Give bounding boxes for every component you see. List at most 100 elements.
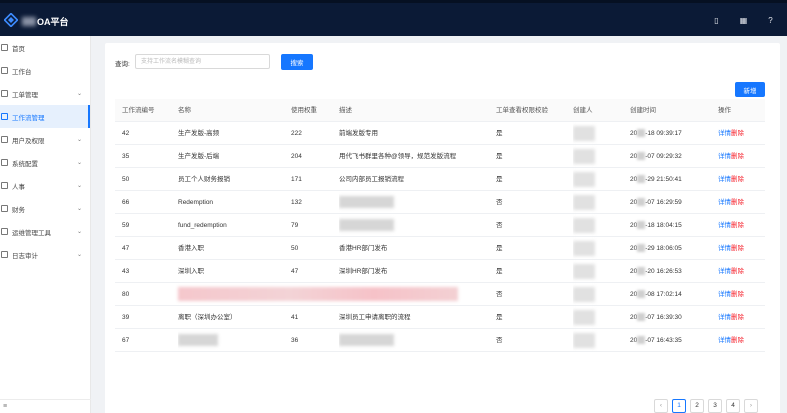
chevron-down-icon: ⌄ [76, 183, 82, 189]
detail-link[interactable]: 详情 [718, 130, 731, 137]
column-header: 工作流编号 [122, 107, 155, 114]
page-button[interactable]: 1 [672, 399, 686, 413]
settings-icon [1, 159, 8, 166]
detail-link[interactable]: 详情 [718, 291, 731, 298]
sidebar-item-label: 工单管理 [12, 91, 38, 99]
workflow-id: 39 [122, 314, 130, 321]
created-time: 20 -29 18:06:05 [630, 237, 720, 260]
add-workflow-button[interactable]: 新增 [735, 82, 765, 97]
created-time-suffix: -07 16:29:59 [645, 199, 682, 206]
created-time-suffix: -29 18:06:05 [645, 245, 682, 252]
sidebar-item[interactable]: 首页 [0, 36, 90, 59]
redacted-creator [573, 171, 595, 187]
log-icon [1, 251, 8, 258]
delete-link[interactable]: 删除 [731, 245, 744, 252]
grid-icon[interactable]: ▦ [739, 16, 748, 25]
creator [573, 237, 628, 260]
workflow-weight: 47 [291, 268, 299, 275]
workflow-name: 员工个人财务报销 [178, 176, 230, 183]
redacted-creator [573, 217, 595, 233]
help-icon[interactable]: ? [766, 16, 775, 25]
detail-link[interactable]: 详情 [718, 314, 731, 321]
delete-link[interactable]: 删除 [731, 268, 744, 275]
sidebar-item[interactable]: 运维管理工具 ⌄ [0, 220, 90, 243]
column-header: 描述 [339, 107, 352, 114]
sidebar-item-label: 系统配置 [12, 160, 38, 168]
creator [573, 283, 628, 306]
top-header: OA平台 ▯ ▦ ? [0, 0, 787, 36]
redacted-creator [573, 286, 595, 302]
sidebar-item[interactable]: 人事 ⌄ [0, 174, 90, 197]
sidebar-item[interactable]: 用户及权限 ⌄ [0, 128, 90, 151]
delete-link[interactable]: 删除 [731, 130, 744, 137]
prev-page-button[interactable]: ‹ [654, 399, 668, 413]
page-button[interactable]: 3 [708, 399, 722, 413]
page-button[interactable]: 2 [690, 399, 704, 413]
row-actions: 详情删除 [718, 214, 763, 237]
workflow-weight: 222 [291, 130, 302, 137]
detail-link[interactable]: 详情 [718, 268, 731, 275]
workflow-table: 工作流编号 名称 使用权重 描述 工单查看权限校验 创建人 创建时间 操作 42… [115, 99, 765, 352]
mobile-icon[interactable]: ▯ [712, 16, 721, 25]
created-time-prefix: 20 [630, 153, 638, 160]
app-title: OA平台 [37, 17, 69, 27]
workflow-description: 公司内部员工报销流程 [339, 176, 404, 183]
redacted-text [339, 219, 394, 232]
workflow-weight: 204 [291, 153, 302, 160]
sidebar-footer: ≡ [0, 399, 91, 413]
delete-link[interactable]: 删除 [731, 314, 744, 321]
workflow-name: 香港入职 [178, 245, 204, 252]
workflow-weight: 36 [291, 337, 299, 344]
delete-link[interactable]: 删除 [731, 337, 744, 344]
detail-link[interactable]: 详情 [718, 176, 731, 183]
created-time-suffix: -29 21:50:41 [645, 176, 682, 183]
chevron-down-icon: ⌄ [76, 229, 82, 235]
workflow-name [178, 329, 288, 352]
row-actions: 详情删除 [718, 306, 763, 329]
search-button[interactable]: 搜索 [281, 54, 313, 70]
logo-icon [4, 13, 18, 27]
created-time: 20 -07 16:29:59 [630, 191, 720, 214]
detail-link[interactable]: 详情 [718, 199, 731, 206]
permission-check: 是 [496, 130, 503, 137]
workflow-name: 生产发版-高频 [178, 130, 220, 137]
sidebar-item[interactable]: 财务 ⌄ [0, 197, 90, 220]
page-button[interactable]: 4 [726, 399, 740, 413]
delete-link[interactable]: 删除 [731, 153, 744, 160]
sidebar-item[interactable]: 系统配置 ⌄ [0, 151, 90, 174]
detail-link[interactable]: 详情 [718, 153, 731, 160]
detail-link[interactable]: 详情 [718, 245, 731, 252]
sidebar-item[interactable]: 日志审计 ⌄ [0, 243, 90, 266]
workbench-icon [1, 67, 8, 74]
creator [573, 329, 628, 352]
redacted-creator [573, 148, 595, 164]
delete-link[interactable]: 删除 [731, 199, 744, 206]
sidebar-item[interactable]: 工作流管理 [0, 105, 90, 128]
delete-link[interactable]: 删除 [731, 222, 744, 229]
chevron-down-icon: ⌄ [76, 160, 82, 166]
table-row: 50 员工个人财务报销 171 公司内部员工报销流程 是 20 -29 21:50:41 详情… [115, 168, 765, 191]
creator [573, 122, 628, 145]
permission-check: 是 [496, 268, 503, 275]
detail-link[interactable]: 详情 [718, 337, 731, 344]
sidebar-item[interactable]: 工作台 [0, 59, 90, 82]
created-time-prefix: 20 [630, 314, 638, 321]
table-row: 43 深圳入职 47 深圳HR部门发布 是 20 -20 16:26:53 详情删除 [115, 260, 765, 283]
sidebar-item-label: 财务 [12, 206, 25, 214]
created-time-prefix: 20 [630, 199, 638, 206]
search-input[interactable] [135, 54, 270, 69]
permission-check: 是 [496, 176, 503, 183]
next-page-button[interactable]: › [744, 399, 758, 413]
created-time-prefix: 20 [630, 176, 638, 183]
workflow-id: 43 [122, 268, 130, 275]
detail-link[interactable]: 详情 [718, 222, 731, 229]
workflow-description: 深圳员工申请离职的流程 [339, 314, 411, 321]
delete-link[interactable]: 删除 [731, 176, 744, 183]
ticket-icon [1, 90, 8, 97]
workflow-id: 35 [122, 153, 130, 160]
created-time-suffix: -20 16:26:53 [645, 268, 682, 275]
delete-link[interactable]: 删除 [731, 291, 744, 298]
collapse-menu-icon[interactable]: ≡ [3, 403, 7, 410]
permission-check: 是 [496, 314, 503, 321]
sidebar-item[interactable]: 工单管理 ⌄ [0, 82, 90, 105]
